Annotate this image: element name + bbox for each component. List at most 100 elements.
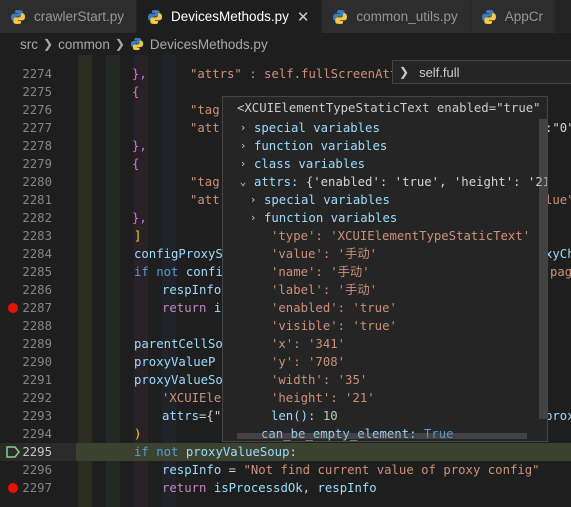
variable-name: 'enabled': <box>271 301 346 315</box>
line-code: "tag <box>190 173 220 191</box>
tab-devicesmethods[interactable]: DevicesMethods.py ✕ <box>137 0 323 33</box>
code-token: :"0" <box>545 121 571 135</box>
code-token: pag <box>550 265 571 279</box>
breakpoint-icon[interactable] <box>8 483 18 493</box>
variable-value: {'enabled': 'true', 'height': '21', ' <box>305 175 547 189</box>
line-code: respInfo = "Not find current value of pr… <box>162 461 540 479</box>
line-number[interactable]: 2287 <box>20 299 52 317</box>
line-number[interactable]: 2286 <box>20 281 52 299</box>
breakpoint-current-icon[interactable] <box>6 446 20 458</box>
variable-tree-item[interactable]: › class variables <box>223 155 541 173</box>
chevron-right-icon[interactable]: › <box>237 137 249 155</box>
breadcrumb-item-common[interactable]: common <box>58 37 110 52</box>
line-number[interactable]: 2279 <box>20 155 52 173</box>
horizontal-scrollbar[interactable] <box>237 433 527 439</box>
line-number[interactable]: 2277 <box>20 119 52 137</box>
line-number[interactable]: 2297 <box>20 479 52 497</box>
variable-tree[interactable]: › special variables › function variables › cl… <box>223 119 547 441</box>
breadcrumb-item-src[interactable]: src <box>20 37 38 52</box>
chevron-right-icon[interactable]: › <box>247 209 259 227</box>
code-token: proxyValueSo <box>134 373 223 387</box>
line-number[interactable]: 2284 <box>20 245 52 263</box>
code-token: i <box>213 301 222 315</box>
vertical-scrollbar[interactable] <box>539 119 547 419</box>
chevron-right-icon: ❯ <box>43 37 54 51</box>
line-code: ] <box>134 227 141 245</box>
tab-appcr[interactable]: AppCr <box>470 0 556 33</box>
code-token: respInfo <box>162 283 222 297</box>
variable-tree-item[interactable]: 'name': '手动' <box>223 263 541 281</box>
variable-tree-item[interactable]: 'x': '341' <box>223 335 541 353</box>
hover-expression[interactable]: ❯ self.full <box>392 60 571 84</box>
variable-tree-item[interactable]: len(): 10 <box>223 407 541 425</box>
line-number[interactable]: 2285 <box>20 263 52 281</box>
variable-tree-item-text: 'x': '341' <box>271 335 345 353</box>
line-number[interactable]: 2278 <box>20 137 52 155</box>
variable-tree-item[interactable]: › function variables <box>223 209 541 227</box>
variable-value: '341' <box>300 337 346 351</box>
variable-tree-item[interactable]: 'width': '35' <box>223 371 541 389</box>
line-number[interactable]: 2295 <box>20 443 52 461</box>
variable-tree-item[interactable]: › special variables <box>223 191 541 209</box>
variable-value: 10 <box>315 409 338 423</box>
line-number[interactable]: 2282 <box>20 209 52 227</box>
breakpoint-icon[interactable] <box>8 303 18 313</box>
line-number[interactable]: 2275 <box>20 83 52 101</box>
variable-tree-item[interactable]: 'label': '手动' <box>223 281 541 299</box>
code-token: not <box>156 445 179 459</box>
line-number[interactable]: 2290 <box>20 353 52 371</box>
tab-crawlerstart[interactable]: crawlerStart.py <box>0 0 138 33</box>
line-number[interactable]: 2274 <box>20 65 52 83</box>
tab-common-utils[interactable]: common_utils.py <box>322 0 471 33</box>
line-number[interactable]: 2280 <box>20 173 52 191</box>
code-token: }, <box>132 211 147 225</box>
code-token: ] <box>134 229 142 243</box>
code-token: ={" <box>199 409 222 423</box>
variable-tree-item[interactable]: 'enabled': 'true' <box>223 299 541 317</box>
variable-tree-item-text: 'type': 'XCUIElementTypeStaticText' <box>271 227 530 245</box>
tab-label: DevicesMethods.py <box>171 9 289 24</box>
variable-tree-item[interactable]: › function variables <box>223 137 541 155</box>
code-token: attrs <box>162 409 200 423</box>
breadcrumb-item-file[interactable]: DevicesMethods.py <box>150 37 268 52</box>
variable-tree-item-text: 'name': '手动' <box>271 263 370 281</box>
code-token: "tag <box>190 103 220 117</box>
line-code: 'XCUIEle <box>162 389 221 407</box>
variable-tree-item[interactable]: 'type': 'XCUIElementTypeStaticText' <box>223 227 541 245</box>
variable-tree-item-text: len(): 10 <box>271 407 338 425</box>
line-number[interactable]: 2289 <box>20 335 52 353</box>
line-number[interactable]: 2276 <box>20 101 52 119</box>
code-token: { <box>132 85 140 99</box>
variable-tree-item[interactable]: 'value': '手动' <box>223 245 541 263</box>
code-token: proxyValueP <box>134 355 216 369</box>
line-number[interactable]: 2291 <box>20 371 52 389</box>
variable-name: 'visible': <box>271 319 346 333</box>
variable-tree-item-text: class variables <box>254 155 365 173</box>
close-icon[interactable]: ✕ <box>297 8 310 26</box>
chevron-right-icon[interactable]: › <box>237 119 249 137</box>
line-number[interactable]: 2296 <box>20 461 52 479</box>
line-code: { <box>132 155 139 173</box>
variable-tree-item[interactable]: 'height': '21' <box>223 389 541 407</box>
variable-tree-item-text: 'value': '手动' <box>271 245 377 263</box>
chevron-right-icon[interactable]: › <box>247 191 259 209</box>
line-number[interactable]: 2293 <box>20 407 52 425</box>
line-number[interactable]: 2281 <box>20 191 52 209</box>
code-line: 2297 return isProcessdOk, respInfo <box>0 479 571 497</box>
line-number[interactable]: 2294 <box>20 425 52 443</box>
chevron-right-icon[interactable]: › <box>237 155 249 173</box>
code-token: { <box>132 157 140 171</box>
variable-name: 'width': <box>271 373 331 387</box>
line-number[interactable]: 2283 <box>20 227 52 245</box>
variable-tree-item[interactable]: ⌄ attrs: {'enabled': 'true', 'height': '2… <box>223 173 547 191</box>
debug-hover-widget[interactable]: <XCUIElementTypeStaticText enabled="true… <box>222 96 548 442</box>
variable-tree-item[interactable]: 'visible': 'true' <box>223 317 541 335</box>
variable-tree-item-text: function variables <box>264 209 397 227</box>
line-number[interactable]: 2292 <box>20 389 52 407</box>
chevron-down-icon[interactable]: ⌄ <box>237 173 249 191</box>
variable-tree-item[interactable]: 'y': '708' <box>223 353 541 371</box>
line-number[interactable]: 2288 <box>20 317 52 335</box>
variable-tree-item[interactable]: › special variables <box>223 119 541 137</box>
